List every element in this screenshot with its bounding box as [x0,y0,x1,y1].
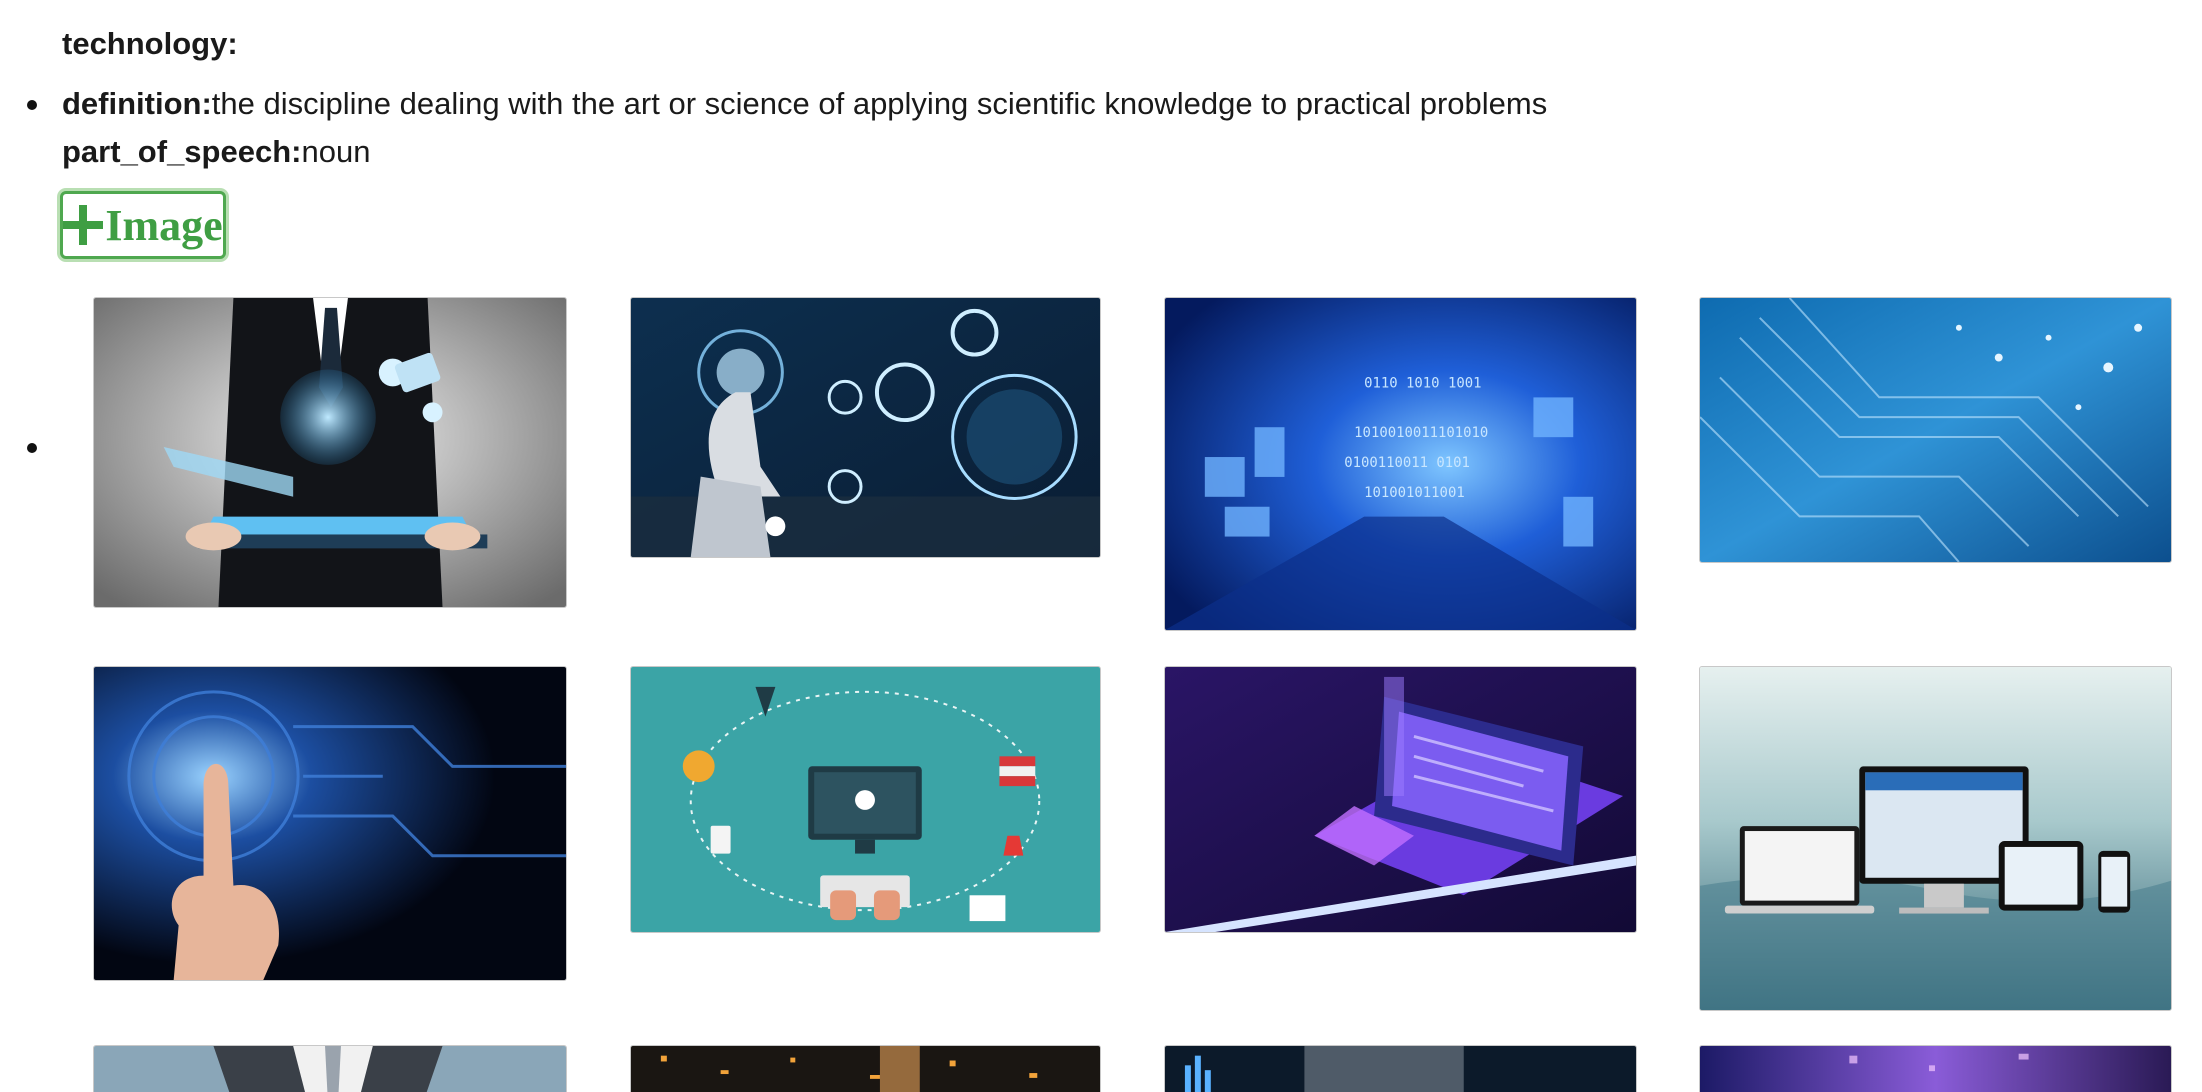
image-thumbnail-11[interactable] [1164,1045,1637,1092]
term-heading: technology: [62,26,238,61]
svg-text:1010010011101010: 1010010011101010 [1354,425,1488,441]
part-of-speech-line: part_of_speech:noun [62,130,370,174]
dictionary-page: technology: definition:the discipline de… [0,0,2202,1092]
svg-text:0100110011 0101: 0100110011 0101 [1344,455,1470,471]
image-thumbnail-7[interactable] [1164,666,1637,933]
image-thumbnail-4[interactable] [1699,297,2172,563]
image-thumbnail-2[interactable] [630,297,1101,558]
bullet-icon [27,443,37,453]
svg-text:0110 1010 1001: 0110 1010 1001 [1364,375,1481,391]
add-image-label: Image [105,200,223,250]
bullet-icon [27,100,37,110]
definition-line: definition:the discipline dealing with t… [62,82,1547,126]
image-thumbnail-3[interactable]: 0110 1010 1001 1010010011101010 01001100… [1164,297,1637,631]
add-image-button[interactable]: Image [60,191,226,259]
image-thumbnail-1[interactable] [93,297,567,608]
plus-icon [63,205,104,245]
image-thumbnail-6[interactable] [630,666,1101,933]
image-thumbnail-8[interactable] [1699,666,2172,1011]
svg-text:101001011001: 101001011001 [1364,485,1465,501]
image-thumbnail-12[interactable] [1699,1045,2172,1092]
definition-label: definition: [62,86,212,121]
definition-text: the discipline dealing with the art or s… [211,86,1548,121]
image-thumbnail-10[interactable] [630,1045,1101,1092]
image-thumbnail-5[interactable] [93,666,567,981]
image-thumbnail-9[interactable] [93,1045,567,1092]
part-of-speech-value: noun [301,134,371,169]
part-of-speech-label: part_of_speech: [62,134,302,169]
